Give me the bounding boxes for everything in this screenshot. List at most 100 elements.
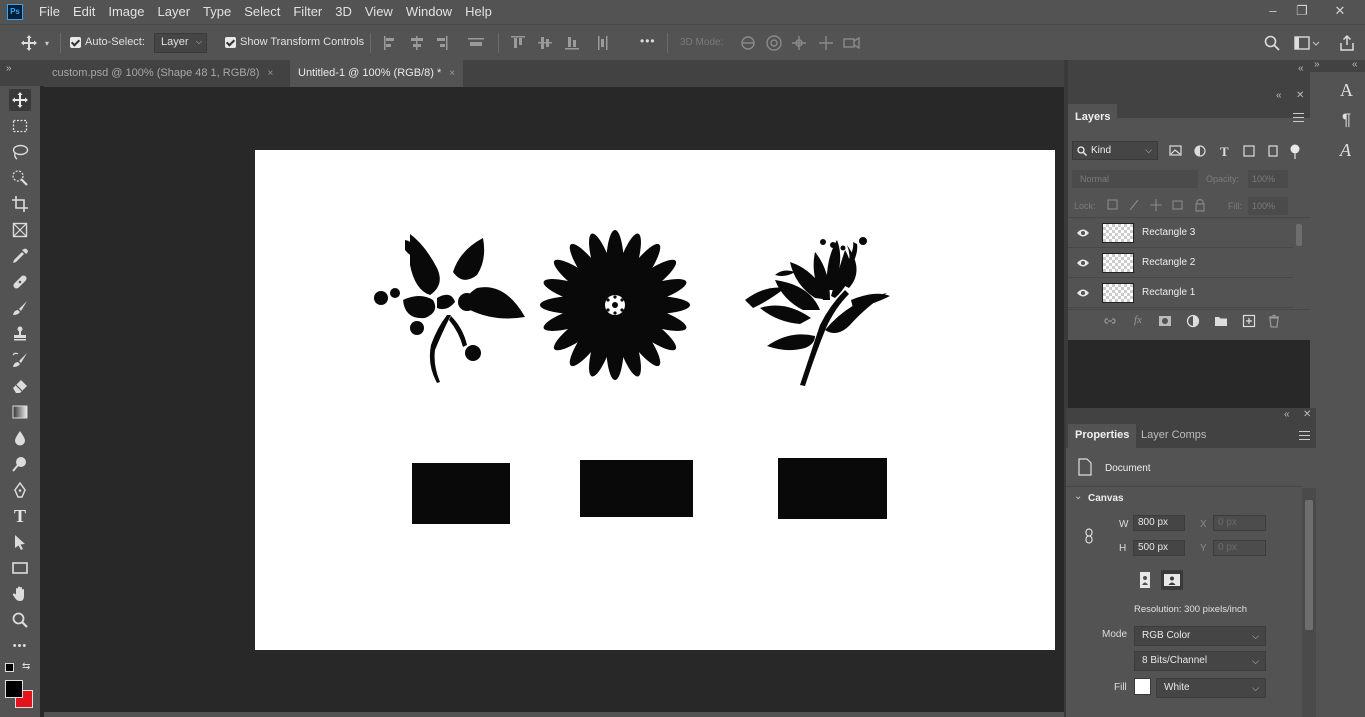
search-icon[interactable] xyxy=(1263,34,1281,52)
align-buttons-icon[interactable] xyxy=(380,33,490,53)
layer-row-rectangle-1[interactable]: Rectangle 1 xyxy=(1068,278,1293,308)
more-tools-button[interactable]: ••• xyxy=(9,635,31,657)
bit-depth-dropdown[interactable]: 8 Bits/Channel ⌵ xyxy=(1134,651,1266,671)
healing-tool[interactable] xyxy=(9,271,31,293)
more-options-button[interactable]: ••• xyxy=(640,34,656,48)
opacity-field[interactable]: 100% xyxy=(1248,170,1288,188)
eye-icon[interactable] xyxy=(1076,257,1090,269)
close-icon[interactable]: × xyxy=(449,68,455,79)
menu-file[interactable]: File xyxy=(33,0,67,24)
3d-mode-buttons-icon[interactable] xyxy=(738,33,863,53)
chevron-down-icon[interactable]: ▾ xyxy=(45,39,49,48)
lock-icons[interactable] xyxy=(1106,197,1206,213)
swap-colors-icon[interactable]: ⇆ xyxy=(22,661,30,672)
gradient-tool[interactable] xyxy=(9,401,31,423)
eyedropper-tool[interactable] xyxy=(9,245,31,267)
eraser-tool[interactable] xyxy=(9,375,31,397)
layer-row-rectangle-2[interactable]: Rectangle 2 xyxy=(1068,248,1293,278)
move-tool[interactable] xyxy=(9,89,31,111)
tab-untitled-1[interactable]: Untitled-1 @ 100% (RGB/8) * × xyxy=(290,60,464,87)
link-icon[interactable] xyxy=(1084,528,1094,544)
panel-menu-icon[interactable] xyxy=(1299,431,1310,440)
menu-image[interactable]: Image xyxy=(102,0,151,24)
stamp-tool[interactable] xyxy=(9,323,31,345)
layer-row-rectangle-3[interactable]: Rectangle 3 xyxy=(1068,218,1293,248)
menu-help[interactable]: Help xyxy=(459,0,499,24)
menu-window[interactable]: Window xyxy=(400,0,459,24)
pen-tool[interactable] xyxy=(9,479,31,501)
eye-icon[interactable] xyxy=(1076,287,1090,299)
new-layer-icon[interactable] xyxy=(1242,314,1256,328)
share-icon[interactable] xyxy=(1338,34,1356,52)
menu-type[interactable]: Type xyxy=(197,0,238,24)
rectangle-3[interactable] xyxy=(778,458,887,519)
width-field[interactable]: 800 px xyxy=(1133,515,1185,531)
landscape-button[interactable] xyxy=(1161,570,1183,590)
layers-scrollbar[interactable] xyxy=(1296,224,1302,246)
distribute-buttons-icon[interactable] xyxy=(508,33,618,53)
fx-button[interactable]: fx xyxy=(1134,314,1142,326)
document-canvas[interactable] xyxy=(255,150,1055,650)
leaf-flower-shape[interactable] xyxy=(374,234,525,383)
expand-icon[interactable]: » xyxy=(1314,59,1320,70)
tab-layers[interactable]: Layers xyxy=(1068,104,1118,132)
foreground-color-swatch[interactable] xyxy=(5,680,23,698)
quick-select-tool[interactable] xyxy=(9,167,31,189)
glyphs-icon[interactable]: A xyxy=(1340,140,1351,161)
folder-icon[interactable] xyxy=(1214,315,1228,327)
add-mask-icon[interactable] xyxy=(1158,315,1172,327)
transform-controls-checkbox[interactable] xyxy=(225,37,236,48)
history-brush-tool[interactable] xyxy=(9,349,31,371)
menu-view[interactable]: View xyxy=(359,0,400,24)
collapse-panels-icon[interactable]: « xyxy=(1298,63,1304,74)
frame-tool[interactable] xyxy=(9,219,31,241)
close-icon[interactable]: × xyxy=(267,68,273,79)
x-field[interactable]: 0 px xyxy=(1213,515,1266,531)
crop-tool[interactable] xyxy=(9,193,31,215)
blend-mode-dropdown[interactable]: Normal xyxy=(1072,170,1198,188)
filter-type-icons[interactable]: T xyxy=(1168,142,1308,160)
rectangle-1[interactable] xyxy=(412,463,510,524)
trash-icon[interactable] xyxy=(1268,314,1280,328)
collapse-icon[interactable]: « xyxy=(1284,409,1290,420)
menu-edit[interactable]: Edit xyxy=(67,0,102,24)
path-select-tool[interactable] xyxy=(9,531,31,553)
link-layers-icon[interactable] xyxy=(1104,314,1116,328)
fill-field[interactable]: 100% xyxy=(1248,197,1288,215)
marquee-tool[interactable] xyxy=(9,115,31,137)
lasso-tool[interactable] xyxy=(9,141,31,163)
hand-tool[interactable] xyxy=(9,583,31,605)
y-field[interactable]: 0 px xyxy=(1213,540,1266,556)
close-icon[interactable]: ✕ xyxy=(1325,0,1355,24)
close-panel-icon[interactable]: ✕ xyxy=(1296,90,1304,101)
close-panel-icon[interactable]: ✕ xyxy=(1303,409,1311,420)
height-field[interactable]: 500 px xyxy=(1133,540,1185,556)
tab-properties[interactable]: Properties xyxy=(1068,424,1137,448)
rectangle-tool[interactable] xyxy=(9,557,31,579)
type-tool[interactable]: T xyxy=(9,505,31,527)
panel-menu-icon[interactable] xyxy=(1293,113,1304,122)
tab-layer-comps[interactable]: Layer Comps xyxy=(1134,424,1213,448)
properties-scrollbar-thumb[interactable] xyxy=(1305,500,1313,630)
character-icon[interactable]: A xyxy=(1340,80,1353,101)
portrait-button[interactable] xyxy=(1135,570,1155,590)
collapse-icon[interactable]: « xyxy=(1352,59,1358,70)
menu-filter[interactable]: Filter xyxy=(287,0,329,24)
mode-dropdown[interactable]: RGB Color ⌵ xyxy=(1134,626,1266,646)
menu-select[interactable]: Select xyxy=(238,0,287,24)
adjustment-layer-icon[interactable] xyxy=(1186,314,1200,328)
move-tool-preset-icon[interactable] xyxy=(20,34,38,52)
default-colors-icon[interactable] xyxy=(5,663,14,672)
menu-layer[interactable]: Layer xyxy=(152,0,198,24)
lily-flower-shape[interactable] xyxy=(745,237,890,386)
filter-kind-dropdown[interactable]: Kind ⌵ xyxy=(1072,141,1158,160)
dodge-tool[interactable] xyxy=(9,453,31,475)
fill-dropdown[interactable]: White ⌵ xyxy=(1156,678,1266,698)
collapse-icon[interactable]: « xyxy=(1276,90,1282,101)
eye-icon[interactable] xyxy=(1076,227,1090,239)
daisy-flower-shape[interactable] xyxy=(540,230,690,380)
workspace-icon[interactable] xyxy=(1294,35,1320,51)
paragraph-icon[interactable]: ¶ xyxy=(1342,110,1351,130)
zoom-tool[interactable] xyxy=(9,609,31,631)
brush-tool[interactable] xyxy=(9,297,31,319)
